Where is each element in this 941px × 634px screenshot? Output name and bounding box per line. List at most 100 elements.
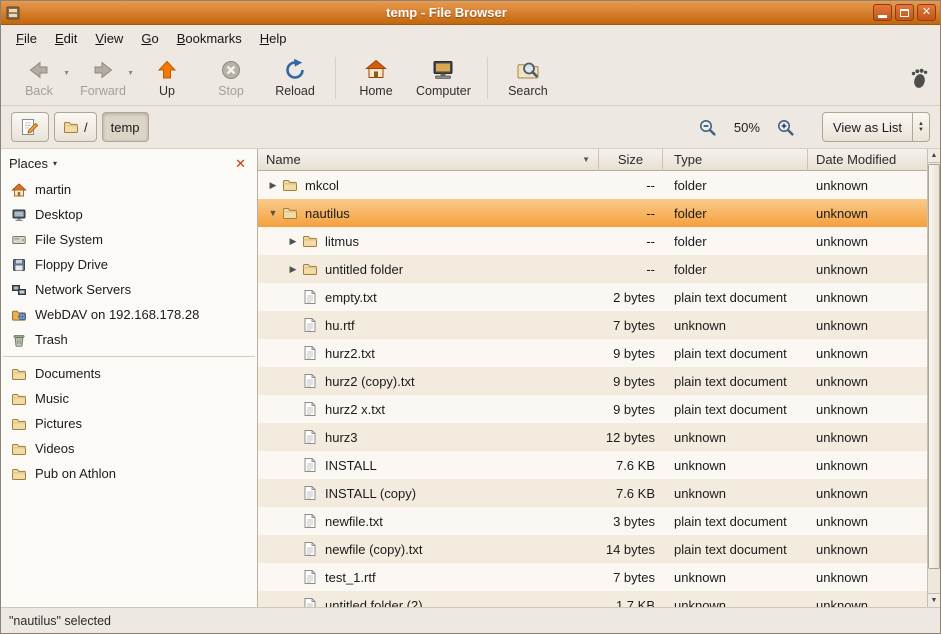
toolbar-separator: [487, 57, 488, 99]
file-row[interactable]: hu.rtf 7 bytes unknown unknown: [258, 311, 927, 339]
search-button[interactable]: Search: [496, 54, 560, 103]
file-row[interactable]: hurz2 (copy).txt 9 bytes plain text docu…: [258, 367, 927, 395]
menu-edit[interactable]: Edit: [46, 27, 86, 50]
text-file-icon: [302, 317, 318, 333]
file-type: unknown: [663, 598, 808, 608]
toggle-location-entry-button[interactable]: [11, 112, 49, 142]
menu-bookmarks[interactable]: Bookmarks: [168, 27, 251, 50]
close-button[interactable]: ✕: [917, 4, 936, 21]
file-size: 9 bytes: [599, 346, 663, 361]
file-type: plain text document: [663, 346, 808, 361]
file-date-modified: unknown: [808, 318, 927, 333]
file-size: 7.6 KB: [599, 458, 663, 473]
maximize-button[interactable]: [895, 4, 914, 21]
file-row[interactable]: hurz3 12 bytes unknown unknown: [258, 423, 927, 451]
file-type: folder: [663, 178, 808, 193]
scrollbar-thumb[interactable]: [928, 164, 940, 569]
file-row[interactable]: empty.txt 2 bytes plain text document un…: [258, 283, 927, 311]
home-folder-icon: [11, 182, 27, 198]
file-row[interactable]: ▶ untitled folder -- folder unknown: [258, 255, 927, 283]
sidebar-item-pictures[interactable]: Pictures: [1, 411, 257, 436]
file-size: 9 bytes: [599, 402, 663, 417]
sidebar-item-webdav-on-192-168-178-28[interactable]: WebDAV on 192.168.178.28: [1, 302, 257, 327]
sort-descending-icon: ▼: [582, 155, 590, 164]
file-row[interactable]: untitled folder (2) 1.7 KB unknown unkno…: [258, 591, 927, 607]
file-name: hurz3: [325, 430, 358, 445]
text-file-icon: [302, 597, 318, 607]
text-file-icon: [302, 429, 318, 445]
sidebar-item-network-servers[interactable]: Network Servers: [1, 277, 257, 302]
file-row[interactable]: hurz2 x.txt 9 bytes plain text document …: [258, 395, 927, 423]
scroll-down-button[interactable]: ▼: [928, 593, 940, 607]
sidebar-item-videos[interactable]: Videos: [1, 436, 257, 461]
chevron-down-icon[interactable]: ▼: [127, 70, 134, 77]
sidebar-item-pub-on-athlon[interactable]: Pub on Athlon: [1, 461, 257, 486]
folder-icon: [63, 119, 79, 135]
places-dropdown[interactable]: Places ▾: [9, 156, 57, 171]
file-name: empty.txt: [325, 290, 377, 305]
sidebar-item-martin[interactable]: martin: [1, 177, 257, 202]
expander-icon[interactable]: ▶: [284, 236, 302, 247]
file-row[interactable]: hurz2.txt 9 bytes plain text document un…: [258, 339, 927, 367]
minimize-button[interactable]: [873, 4, 892, 21]
column-header-size[interactable]: Size: [599, 149, 663, 171]
sidebar-item-file-system[interactable]: File System: [1, 227, 257, 252]
zoom-out-button[interactable]: [695, 114, 721, 140]
scroll-up-button[interactable]: ▲: [928, 149, 940, 163]
up-button[interactable]: Up: [135, 54, 199, 103]
sidebar-item-desktop[interactable]: Desktop: [1, 202, 257, 227]
path-current-button[interactable]: temp: [102, 112, 149, 142]
zoom-in-button[interactable]: [773, 114, 799, 140]
file-row[interactable]: ▶ mkcol -- folder unknown: [258, 171, 927, 199]
scrollbar-track[interactable]: [928, 163, 940, 593]
file-name: untitled folder (2): [325, 598, 423, 608]
file-row[interactable]: newfile.txt 3 bytes plain text document …: [258, 507, 927, 535]
text-file-icon: [302, 541, 318, 557]
file-row[interactable]: ▼ nautilus -- folder unknown: [258, 199, 927, 227]
combo-arrows-icon: ▲▼: [912, 113, 929, 141]
expander-icon[interactable]: ▶: [284, 264, 302, 275]
file-row[interactable]: INSTALL 7.6 KB unknown unknown: [258, 451, 927, 479]
toolbar-separator: [335, 57, 336, 99]
column-header-type[interactable]: Type: [663, 149, 808, 171]
menu-view[interactable]: View: [86, 27, 132, 50]
column-headers: Name▼ Size Type Date Modified: [258, 149, 927, 171]
computer-button[interactable]: Computer: [408, 54, 479, 103]
file-row[interactable]: INSTALL (copy) 7.6 KB unknown unknown: [258, 479, 927, 507]
file-row[interactable]: newfile (copy).txt 14 bytes plain text d…: [258, 535, 927, 563]
file-size: 7.6 KB: [599, 486, 663, 501]
toolbar: Back ▼ Forward ▼ Up Stop Reload Home: [1, 51, 940, 106]
vertical-scrollbar[interactable]: ▲ ▼: [927, 149, 940, 607]
file-name: hu.rtf: [325, 318, 355, 333]
path-root-button[interactable]: /: [54, 112, 97, 142]
home-button[interactable]: Home: [344, 54, 408, 103]
view-mode-select[interactable]: View as List ▲▼: [822, 112, 930, 142]
sidebar-item-music[interactable]: Music: [1, 386, 257, 411]
back-button[interactable]: Back ▼: [7, 54, 71, 103]
forward-button[interactable]: Forward ▼: [71, 54, 135, 103]
places-sidebar: Places ▾ ✕ martin Desktop File System Fl…: [1, 149, 258, 607]
chevron-down-icon[interactable]: ▼: [63, 70, 70, 77]
menu-file[interactable]: File: [7, 27, 46, 50]
expander-icon[interactable]: ▶: [264, 180, 282, 191]
sidebar-item-documents[interactable]: Documents: [1, 361, 257, 386]
folder-icon: [282, 177, 298, 193]
sidebar-item-trash[interactable]: Trash: [1, 327, 257, 352]
stop-button[interactable]: Stop: [199, 54, 263, 103]
expander-icon[interactable]: ▼: [264, 208, 282, 218]
folder-icon: [302, 233, 318, 249]
column-header-name[interactable]: Name▼: [258, 149, 599, 171]
menu-help[interactable]: Help: [251, 27, 296, 50]
edit-location-icon: [20, 117, 40, 137]
menu-go[interactable]: Go: [132, 27, 167, 50]
file-row[interactable]: test_1.rtf 7 bytes unknown unknown: [258, 563, 927, 591]
column-header-date-modified[interactable]: Date Modified: [808, 149, 927, 171]
reload-button[interactable]: Reload: [263, 54, 327, 103]
sidebar-item-floppy-drive[interactable]: Floppy Drive: [1, 252, 257, 277]
file-row[interactable]: ▶ litmus -- folder unknown: [258, 227, 927, 255]
titlebar[interactable]: temp - File Browser ✕: [1, 1, 940, 25]
folder-icon: [11, 466, 27, 482]
sidebar-close-button[interactable]: ✕: [232, 155, 249, 172]
folder-icon: [11, 416, 27, 432]
path-root-label: /: [84, 120, 88, 135]
